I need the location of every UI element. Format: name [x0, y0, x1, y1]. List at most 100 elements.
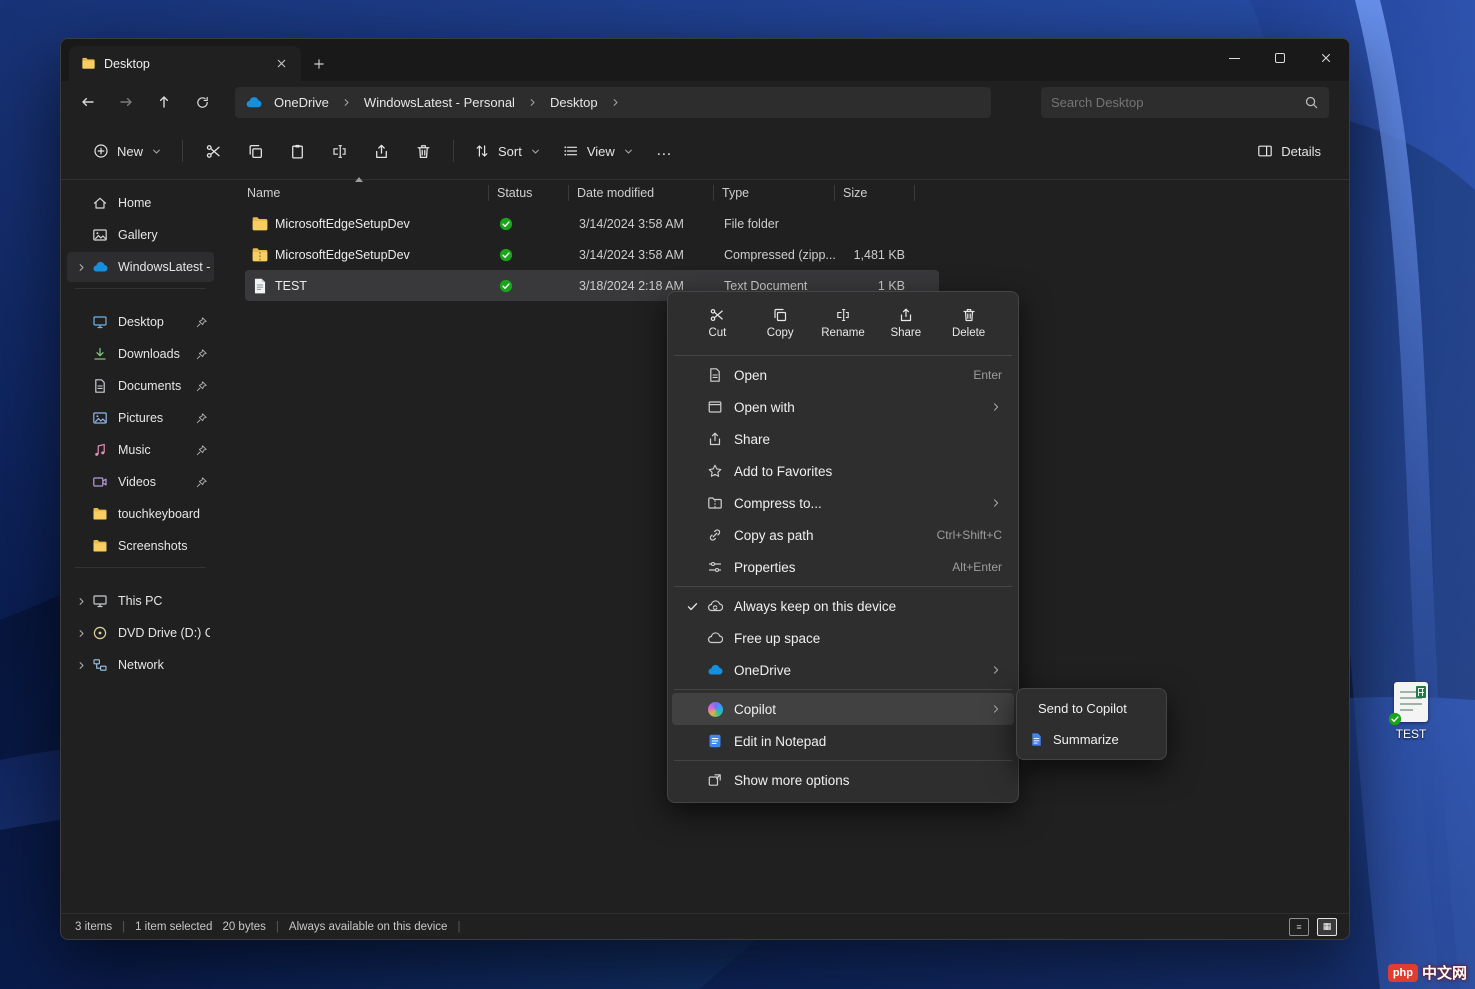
cut-quick-button[interactable]: Cut — [686, 300, 749, 346]
view-label: View — [586, 143, 615, 159]
sidebar-item-desktop[interactable]: Desktop — [67, 307, 214, 337]
sidebar-item-this-pc[interactable]: This PC — [67, 586, 214, 616]
sidebar-item-network[interactable]: Network — [67, 650, 214, 680]
tab-close-button[interactable] — [269, 52, 293, 76]
details-view-toggle[interactable]: ≡ — [1289, 917, 1309, 936]
view-button[interactable]: View — [553, 134, 644, 168]
navigation-pane: Home Gallery WindowsLatest - Pe Desktop … — [61, 180, 220, 913]
chevron-right-icon[interactable] — [341, 97, 352, 108]
submenu-item-summarize[interactable]: Summarize — [1021, 724, 1162, 755]
rename-button[interactable] — [319, 134, 359, 168]
desktop-shortcut-test[interactable]: TEST — [1382, 682, 1440, 741]
details-pane-button[interactable]: Details — [1247, 134, 1331, 168]
chevron-down-icon — [151, 146, 162, 157]
this-pc-icon — [91, 593, 109, 609]
column-header-status[interactable]: Status — [489, 185, 569, 201]
menu-item-compress-to[interactable]: Compress to... — [672, 487, 1014, 519]
new-button[interactable]: New — [83, 134, 172, 168]
sidebar-item-home[interactable]: Home — [67, 188, 214, 218]
sort-button[interactable]: Sort — [464, 134, 551, 168]
explorer-tab-desktop[interactable]: Desktop — [69, 46, 301, 81]
breadcrumb-desktop[interactable]: Desktop — [544, 93, 604, 112]
large-icons-view-toggle[interactable]: ▦ — [1317, 917, 1337, 936]
chevron-right-icon[interactable] — [527, 97, 538, 108]
search-box[interactable] — [1041, 86, 1329, 118]
submenu-item-send-to-copilot[interactable]: Send to Copilot — [1021, 693, 1162, 724]
menu-item-properties[interactable]: Properties Alt+Enter — [672, 551, 1014, 583]
breadcrumb-onedrive[interactable]: OneDrive — [268, 93, 335, 112]
refresh-icon — [195, 95, 210, 110]
sidebar-item-gallery[interactable]: Gallery — [67, 220, 214, 250]
pin-icon — [195, 380, 208, 393]
column-header-name[interactable]: Name — [245, 177, 489, 201]
text-document-icon — [1394, 682, 1428, 722]
delete-quick-button[interactable]: Delete — [937, 300, 1000, 346]
column-header-date-modified[interactable]: Date modified — [569, 185, 714, 201]
sidebar-item-documents[interactable]: Documents — [67, 371, 214, 401]
star-icon — [706, 463, 724, 479]
sidebar-item-music[interactable]: Music — [67, 435, 214, 465]
sidebar-item-dvd-drive[interactable]: DVD Drive (D:) CCC — [67, 618, 214, 648]
more-options-button[interactable]: … — [646, 134, 683, 168]
documents-icon — [91, 378, 109, 394]
menu-item-onedrive[interactable]: OneDrive — [672, 654, 1014, 686]
sidebar-item-label: Music — [118, 443, 151, 457]
menu-item-copilot[interactable]: Copilot — [672, 693, 1014, 725]
column-header-type[interactable]: Type — [714, 185, 835, 201]
share-button[interactable] — [361, 134, 401, 168]
rename-quick-button[interactable]: Rename — [812, 300, 875, 346]
minimize-button[interactable] — [1211, 39, 1257, 77]
file-type: Compressed (zipp... — [724, 247, 836, 262]
sidebar-item-touchkeyboard[interactable]: touchkeyboard — [67, 499, 214, 529]
file-row[interactable]: MicrosoftEdgeSetupDev 3/14/2024 3:58 AM … — [245, 208, 1349, 239]
sidebar-item-onedrive[interactable]: WindowsLatest - Pe — [67, 252, 214, 282]
sidebar-item-screenshots[interactable]: Screenshots — [67, 531, 214, 561]
copy-quick-button[interactable]: Copy — [749, 300, 812, 346]
share-quick-button[interactable]: Share — [874, 300, 937, 346]
file-row[interactable]: MicrosoftEdgeSetupDev 3/14/2024 3:58 AM … — [245, 239, 1349, 270]
chevron-right-icon[interactable] — [71, 596, 91, 607]
cut-button[interactable] — [193, 134, 233, 168]
menu-item-free-up-space[interactable]: Free up space — [672, 622, 1014, 654]
file-date: 3/14/2024 3:58 AM — [579, 247, 684, 262]
chevron-right-icon[interactable] — [71, 660, 91, 671]
new-tab-button[interactable] — [307, 52, 331, 76]
close-window-button[interactable] — [1303, 39, 1349, 77]
menu-item-share[interactable]: Share — [672, 423, 1014, 455]
paste-button[interactable] — [277, 134, 317, 168]
menu-item-open-with[interactable]: Open with — [672, 391, 1014, 423]
back-button[interactable] — [71, 87, 105, 117]
menu-item-edit-in-notepad[interactable]: Edit in Notepad — [672, 725, 1014, 757]
maximize-icon — [1275, 53, 1285, 63]
downloads-icon — [91, 346, 109, 362]
address-bar[interactable]: OneDrive WindowsLatest - Personal Deskto… — [235, 86, 991, 118]
sidebar-item-downloads[interactable]: Downloads — [67, 339, 214, 369]
folder-icon — [245, 215, 275, 233]
menu-item-always-keep-on-device[interactable]: Always keep on this device — [672, 590, 1014, 622]
chevron-right-icon[interactable] — [610, 97, 621, 108]
forward-button[interactable] — [109, 87, 143, 117]
chevron-down-icon — [623, 146, 634, 157]
refresh-button[interactable] — [185, 87, 219, 117]
rename-icon — [331, 143, 348, 160]
sidebar-item-videos[interactable]: Videos — [67, 467, 214, 497]
menu-item-add-to-favorites[interactable]: Add to Favorites — [672, 455, 1014, 487]
chevron-right-icon[interactable] — [71, 262, 91, 273]
notepad-icon — [706, 733, 724, 749]
search-input[interactable] — [1051, 94, 1304, 110]
navigation-bar: OneDrive WindowsLatest - Personal Deskto… — [61, 81, 1349, 123]
breadcrumb-windowslatest-personal[interactable]: WindowsLatest - Personal — [358, 93, 521, 112]
menu-item-show-more-options[interactable]: Show more options — [672, 764, 1014, 796]
chevron-right-icon[interactable] — [71, 628, 91, 639]
menu-item-open[interactable]: Open Enter — [672, 359, 1014, 391]
sort-icon — [474, 143, 490, 159]
column-header-size[interactable]: Size — [835, 185, 915, 201]
menu-item-copy-as-path[interactable]: Copy as path Ctrl+Shift+C — [672, 519, 1014, 551]
sidebar-separator — [75, 567, 206, 568]
up-button[interactable] — [147, 87, 181, 117]
sidebar-item-pictures[interactable]: Pictures — [67, 403, 214, 433]
maximize-button[interactable] — [1257, 39, 1303, 77]
sidebar-item-label: Screenshots — [118, 539, 188, 553]
copy-button[interactable] — [235, 134, 275, 168]
delete-button[interactable] — [403, 134, 443, 168]
